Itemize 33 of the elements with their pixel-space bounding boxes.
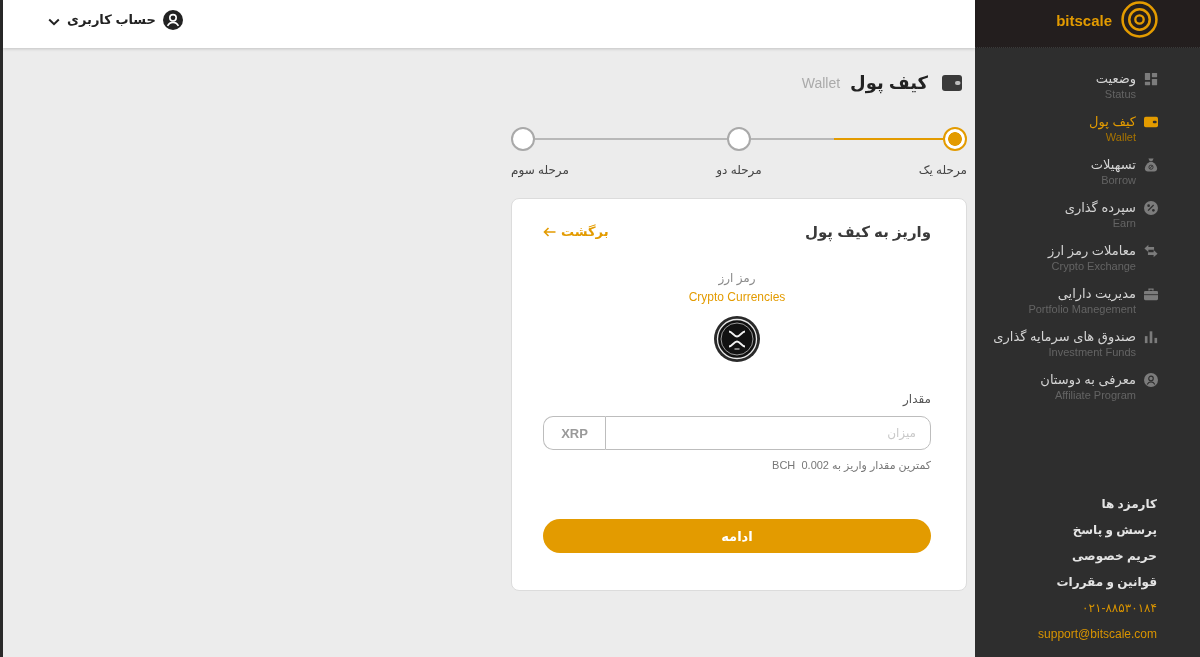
wallet-icon (942, 75, 962, 91)
dashboard-icon (1144, 72, 1158, 86)
percent-icon (1144, 201, 1158, 215)
phone-link[interactable]: ۰۲۱-۸۸۵۳۰۱۸۴ (1082, 599, 1157, 617)
arrow-left-icon (543, 227, 556, 237)
footer-link[interactable]: حریم خصوصی (1071, 547, 1157, 565)
footer-link[interactable]: کارمزد ها (1101, 495, 1157, 513)
account-menu-button[interactable]: حساب کاربری (48, 10, 183, 30)
swap-arrows-icon (1144, 244, 1158, 258)
card-title: واریز به کیف پول (804, 222, 931, 242)
footer-link[interactable]: قوانین و مقررات (1056, 573, 1157, 591)
step-label: مرحله سوم (511, 163, 569, 177)
briefcase-icon (1144, 287, 1158, 301)
currency-name: Crypto Currencies (688, 289, 786, 306)
page-subtitle: Wallet (801, 74, 841, 92)
coin-icon (714, 316, 760, 362)
amount-label: مقدار (901, 391, 931, 407)
footer-link[interactable]: پرسش و پاسخ (1072, 521, 1157, 539)
minimum-deposit-hint: کمترین مقدار واریز به 0.002 BCH (771, 458, 931, 472)
step-label: مرحله یک (918, 163, 967, 177)
money-bag-icon (1144, 158, 1158, 172)
page-title: کیف پول (850, 72, 928, 95)
user-avatar-icon (162, 10, 183, 30)
target-icon (1121, 1, 1158, 38)
user-circle-icon (1144, 373, 1158, 387)
currency-label: رمز ارز (718, 270, 756, 286)
email-link[interactable]: support@bitscale.com (1038, 625, 1157, 643)
step-label: مرحله دو (716, 163, 762, 177)
logo-text: bitscale (1056, 11, 1112, 30)
bar-chart-icon (1144, 330, 1158, 344)
chevron-down-icon (48, 17, 60, 26)
wallet-icon (1144, 115, 1158, 129)
unit-label: XRP (543, 416, 605, 450)
